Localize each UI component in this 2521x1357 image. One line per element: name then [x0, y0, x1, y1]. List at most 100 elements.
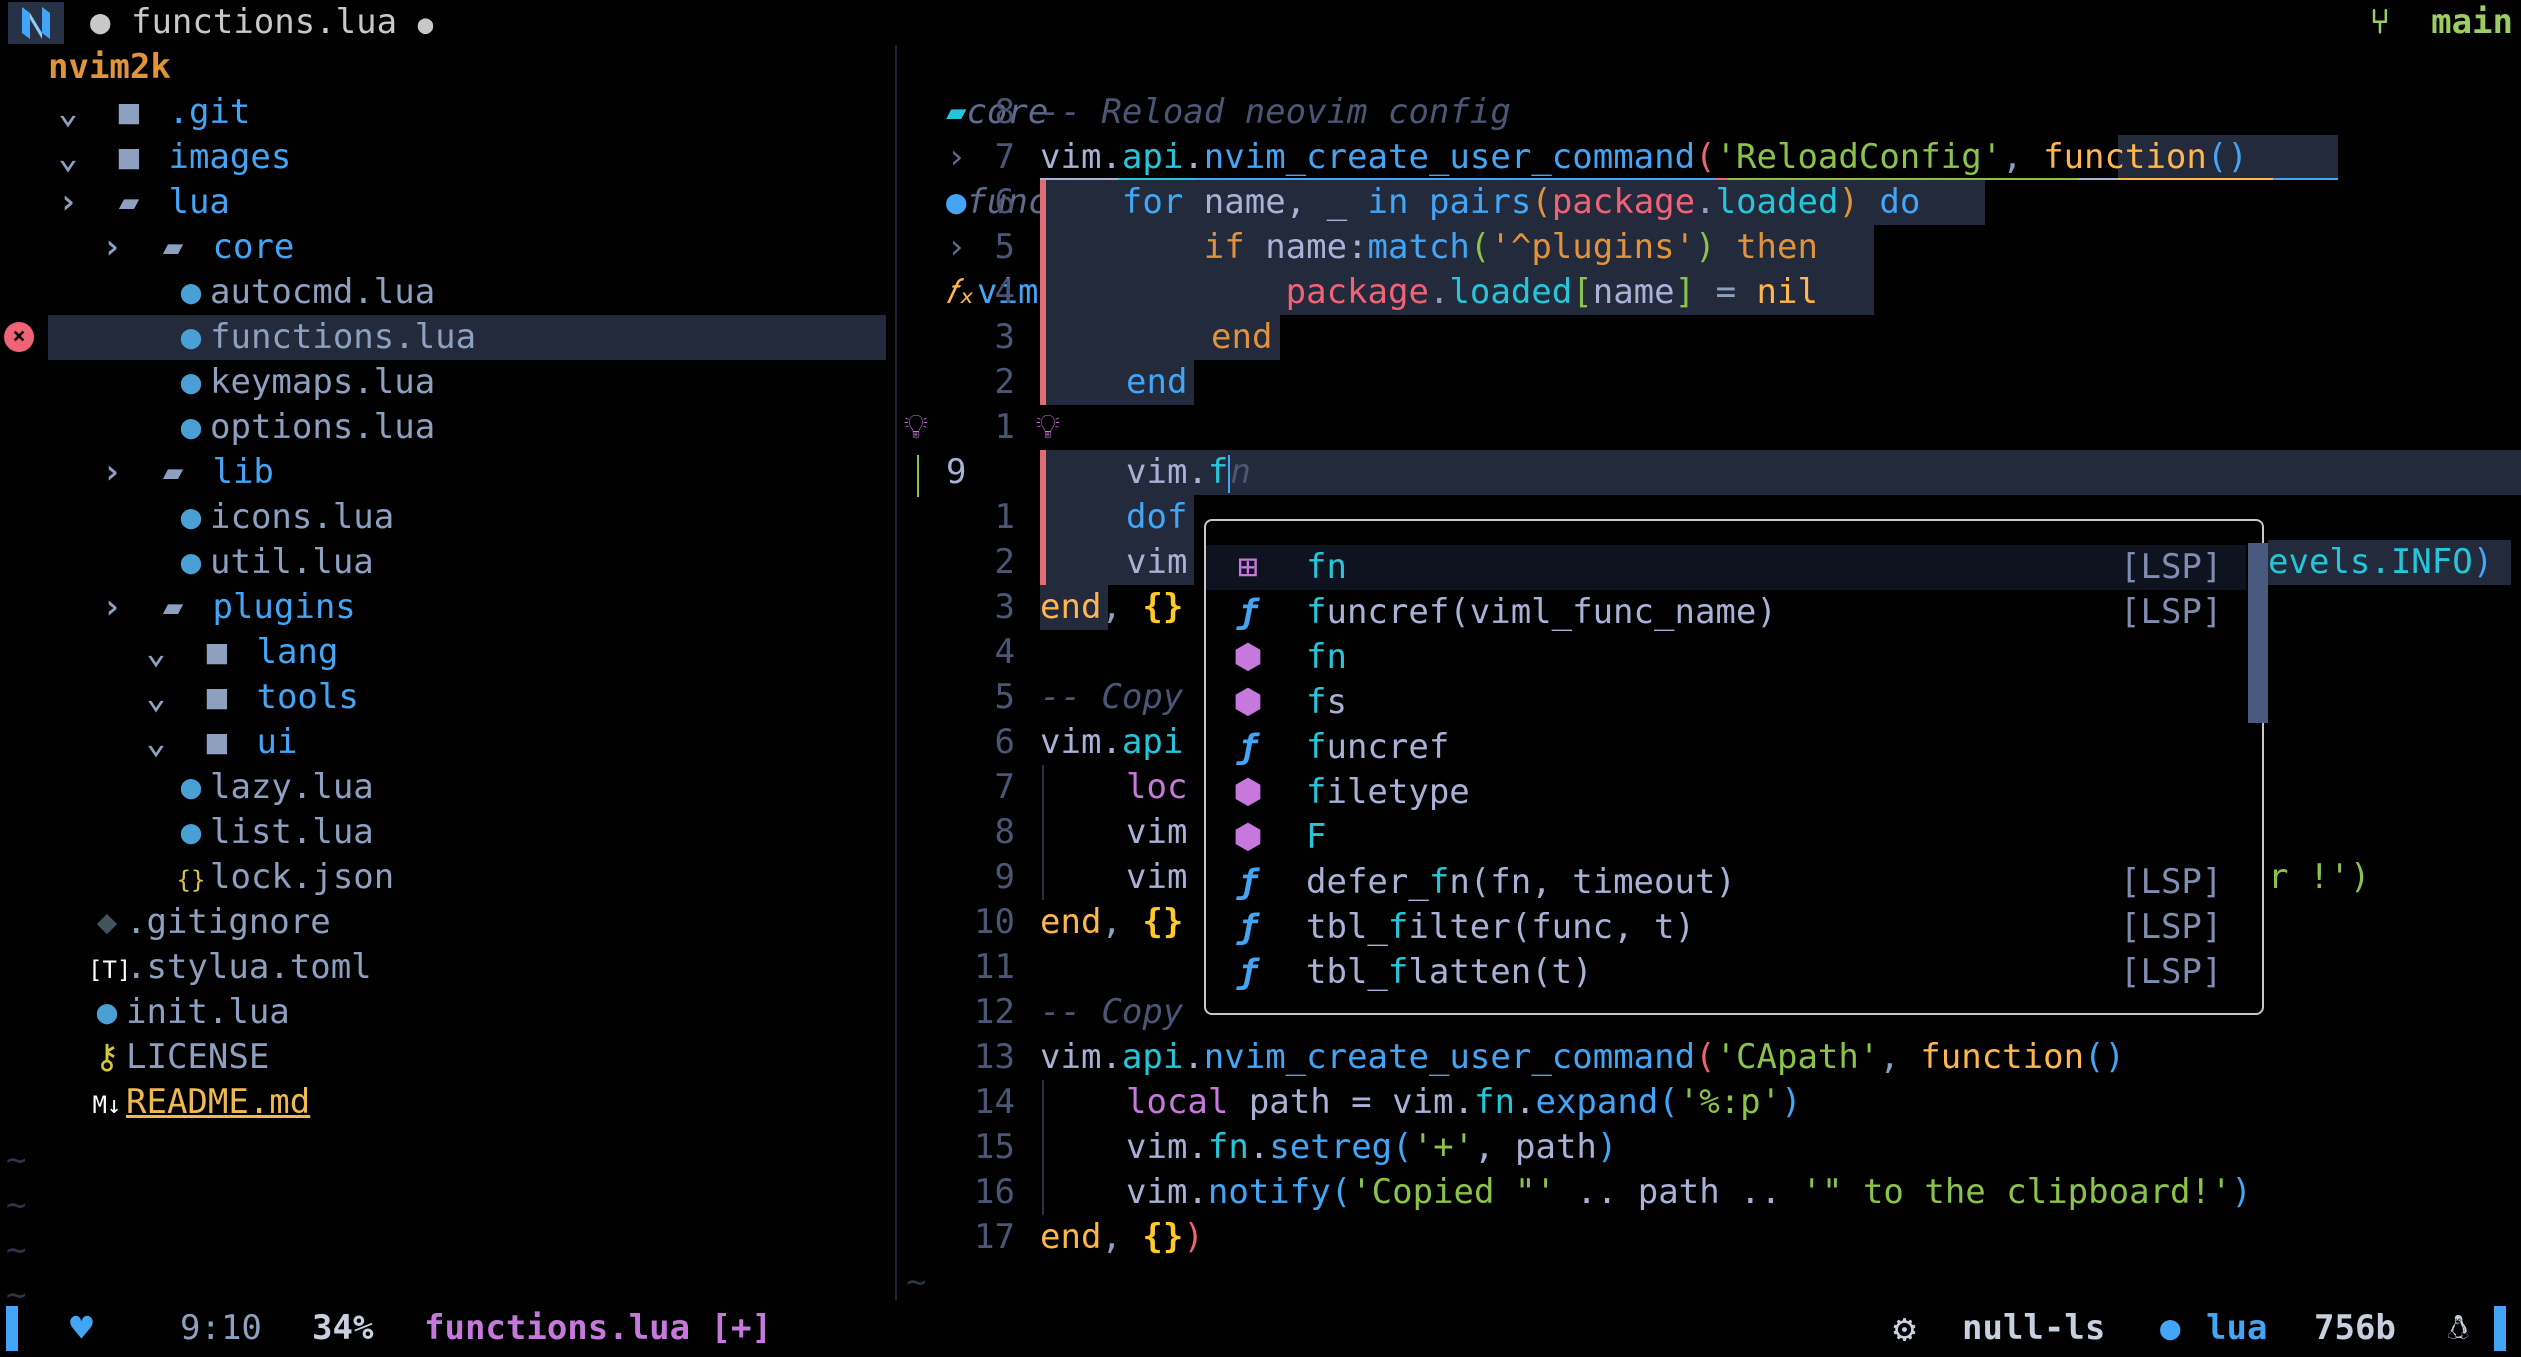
code-line: package.loaded[name] = nil: [1285, 272, 1818, 312]
code-line: vim: [1126, 857, 1188, 897]
completion-item-label: filetype: [1306, 772, 1470, 812]
code-line-cursor[interactable]: vim.fn: [1126, 450, 1251, 495]
completion-item-label: defer_fn(fn, timeout): [1306, 862, 1736, 902]
completion-source: [LSP]: [2120, 592, 2223, 632]
line-number: 14: [974, 1082, 1015, 1122]
statusline: ♥ 9:10 34% functions.lua [+] ⚙ null-ls ●…: [0, 1300, 2521, 1357]
line-number: 8: [994, 812, 1015, 852]
line-number: 8: [994, 92, 1015, 132]
code-line: end, {}): [1040, 1217, 1204, 1257]
completion-item-label: F: [1306, 817, 1327, 857]
code-line-tail: evels.INFO): [2268, 542, 2494, 582]
completion-item[interactable]: ƒ funcref(viml_func_name) [LSP]: [1206, 590, 2246, 635]
completion-item-label: tbl_filter(func, t): [1306, 907, 1695, 947]
heart-icon: ♥: [70, 1306, 93, 1350]
completion-scrollbar[interactable]: [2248, 543, 2268, 723]
git-change-bar: [1040, 450, 1046, 585]
completion-item-label: funcref(viml_func_name): [1306, 592, 1777, 632]
code-line: if name:match('^plugins') then: [1203, 227, 1818, 267]
module-kind-icon: ⬢: [1233, 637, 1263, 677]
completion-item[interactable]: ⬢ fn: [1206, 635, 2246, 680]
completion-item[interactable]: ⊞ fn [LSP]: [1206, 545, 2246, 590]
code-line: vim.api.nvim_create_user_command('Reload…: [1040, 137, 2248, 177]
cursorline: [1040, 450, 2521, 495]
completion-item-label: fs: [1306, 682, 1347, 722]
completion-item[interactable]: ƒ funcref: [1206, 725, 2246, 770]
completion-item-label: fn: [1306, 547, 1347, 587]
line-number: 4: [994, 632, 1015, 672]
line-number: 16: [974, 1172, 1015, 1212]
code-line: vim: [1126, 812, 1188, 852]
completion-item[interactable]: ƒ tbl_flatten(t) [LSP]: [1206, 950, 2246, 995]
end-of-buffer-tilde: ~: [906, 1262, 927, 1302]
line-number: 13: [974, 1037, 1015, 1077]
linux-icon: 🐧︎: [2448, 1308, 2469, 1348]
code-line: -- Copy: [1040, 992, 1184, 1032]
code-line: -- Copy: [1040, 677, 1184, 717]
code-line: local path = vim.fn.expand('%:p'): [1126, 1082, 1802, 1122]
line-number: 6: [994, 722, 1015, 762]
cursor-position: 9:10: [180, 1308, 262, 1348]
code-line: end, {}: [1040, 587, 1184, 627]
line-number: 3: [994, 317, 1015, 357]
code-line: vim.fn.setreg('+', path): [1126, 1127, 1618, 1167]
line-number: 7: [994, 137, 1015, 177]
module-kind-icon: ⬢: [1233, 772, 1263, 812]
function-kind-icon: ƒ: [1237, 862, 1259, 902]
completion-item[interactable]: ⬢ fs: [1206, 680, 2246, 725]
code-line: end, {}: [1040, 902, 1184, 942]
code-line: vim.api.nvim_create_user_command('CApath…: [1040, 1037, 2125, 1077]
completion-item-label: funcref: [1306, 727, 1450, 767]
line-number: 7: [994, 767, 1015, 807]
completion-source: [LSP]: [2120, 547, 2223, 587]
scroll-percent: 34%: [312, 1308, 374, 1348]
line-number: 5: [994, 677, 1015, 717]
code-line: end: [1126, 362, 1188, 402]
completion-menu[interactable]: ⊞ fn [LSP] ƒ funcref(viml_func_name) [LSP] ⬢ fn…: [1204, 519, 2264, 1015]
function-kind-icon: ƒ: [1237, 727, 1259, 767]
completion-item-label: fn: [1306, 637, 1347, 677]
code-line: dof: [1126, 497, 1188, 537]
lsp-client[interactable]: null-ls: [1962, 1306, 2105, 1351]
code-line: for name, _ in pairs(package.loaded) do: [1121, 182, 1921, 222]
file-size: 756b: [2314, 1308, 2396, 1348]
git-add-bar: [917, 455, 919, 497]
module-kind-icon: ⬢: [1233, 682, 1263, 722]
completion-item[interactable]: ⬢ filetype: [1206, 770, 2246, 815]
filetype: lua: [2206, 1308, 2268, 1348]
lightbulb-icon[interactable]: 💡︎: [1036, 405, 1060, 450]
gear-icon: ⚙: [1893, 1306, 1916, 1350]
code-line-tail: r !'): [2268, 857, 2371, 897]
line-number: 15: [974, 1127, 1015, 1167]
completion-source: [LSP]: [2120, 952, 2223, 992]
module-kind-icon: ⬢: [1233, 817, 1263, 857]
line-number: 12: [974, 992, 1015, 1032]
mode-indicator-right: [2494, 1306, 2506, 1351]
code-line: vim.api: [1040, 722, 1184, 762]
completion-item[interactable]: ⬢ F: [1206, 815, 2246, 860]
code-line: -- Reload neovim config: [1040, 92, 1511, 132]
completion-item[interactable]: ƒ defer_fn(fn, timeout) [LSP]: [1206, 860, 2246, 905]
line-number: 9: [946, 452, 967, 492]
line-number: 2: [994, 362, 1015, 402]
line-number: 2: [994, 542, 1015, 582]
mode-indicator: [6, 1306, 18, 1351]
line-number: 11: [974, 947, 1015, 987]
line-number: 10: [974, 902, 1015, 942]
lua-file-icon: ●: [2160, 1308, 2181, 1348]
line-number: 1: [994, 497, 1015, 537]
completion-source: [LSP]: [2120, 907, 2223, 947]
function-kind-icon: ƒ: [1237, 952, 1259, 992]
function-kind-icon: ƒ: [1237, 907, 1259, 947]
code-line: loc: [1126, 767, 1188, 807]
code-line: vim.notify('Copied "' .. path .. '" to t…: [1126, 1172, 2252, 1212]
lightbulb-icon[interactable]: 💡︎: [904, 405, 928, 450]
status-filename: functions.lua [+]: [424, 1308, 772, 1348]
code-line: vim: [1126, 542, 1188, 582]
line-number: 17: [974, 1217, 1015, 1257]
line-number: 3: [994, 587, 1015, 627]
line-number: 4: [994, 272, 1015, 312]
code-line: end: [1211, 317, 1273, 357]
completion-item[interactable]: ƒ tbl_filter(func, t) [LSP]: [1206, 905, 2246, 950]
line-number: 6: [994, 182, 1015, 222]
